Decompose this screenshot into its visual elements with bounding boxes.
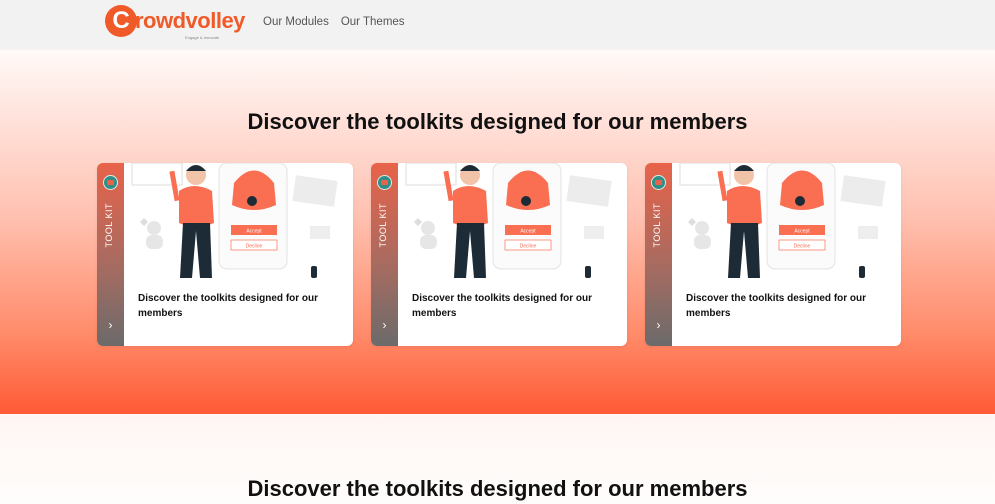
toolkit-icon [651,175,666,190]
card-illustration: Accept Decline [131,163,338,278]
brand-logo[interactable]: C rowdvolley Engage & Innovate [105,5,245,40]
illus-accept-button: Accept [520,229,536,235]
toolkit-card-1[interactable]: TOOL KIT › Accept Decline Discover the t… [97,163,353,346]
illus-accept-button: Accept [246,229,262,235]
toolkit-card-3[interactable]: TOOL KIT › Accept Decline Discover the t… [645,163,901,346]
chevron-right-icon[interactable]: › [645,318,672,332]
illus-decline-button: Decline [794,244,811,250]
nav-links: Our Modules Our Themes [263,16,405,28]
card-illustration: Accept Decline [405,163,612,278]
card-illustration: Accept Decline [679,163,886,278]
card-side-banner: TOOL KIT › [371,163,398,346]
card-tag: TOOL KIT [378,203,388,248]
card-side-banner: TOOL KIT › [97,163,124,346]
logo-mark: C [105,5,137,37]
top-navbar: C rowdvolley Engage & Innovate Our Modul… [0,0,995,50]
card-title: Discover the toolkits designed for our m… [412,293,593,319]
illus-decline-button: Decline [520,244,537,250]
illus-decline-button: Decline [246,244,263,250]
card-tag: TOOL KIT [104,203,114,248]
logo-tagline: Engage & Innovate [185,35,220,40]
logo-wordmark: rowdvolley [135,8,245,33]
card-title: Discover the toolkits designed for our m… [138,293,319,319]
toolkit-icon [377,175,392,190]
card-title: Discover the toolkits designed for our m… [686,293,867,319]
chevron-right-icon[interactable]: › [97,318,124,332]
chevron-right-icon[interactable]: › [371,318,398,332]
toolkit-icon [103,175,118,190]
hero-section: Discover the toolkits designed for our m… [0,50,995,414]
second-section: Discover the toolkits designed for our m… [0,414,995,504]
illus-accept-button: Accept [794,229,810,235]
card-tag: TOOL KIT [652,203,662,248]
nav-link-our-themes[interactable]: Our Themes [341,16,405,28]
card-side-banner: TOOL KIT › [645,163,672,346]
toolkit-card-2[interactable]: TOOL KIT › Accept Decline Discover the t… [371,163,627,346]
section-title: Discover the toolkits designed for our m… [247,476,748,501]
hero-title: Discover the toolkits designed for our m… [247,109,748,134]
nav-link-our-modules[interactable]: Our Modules [263,16,329,28]
